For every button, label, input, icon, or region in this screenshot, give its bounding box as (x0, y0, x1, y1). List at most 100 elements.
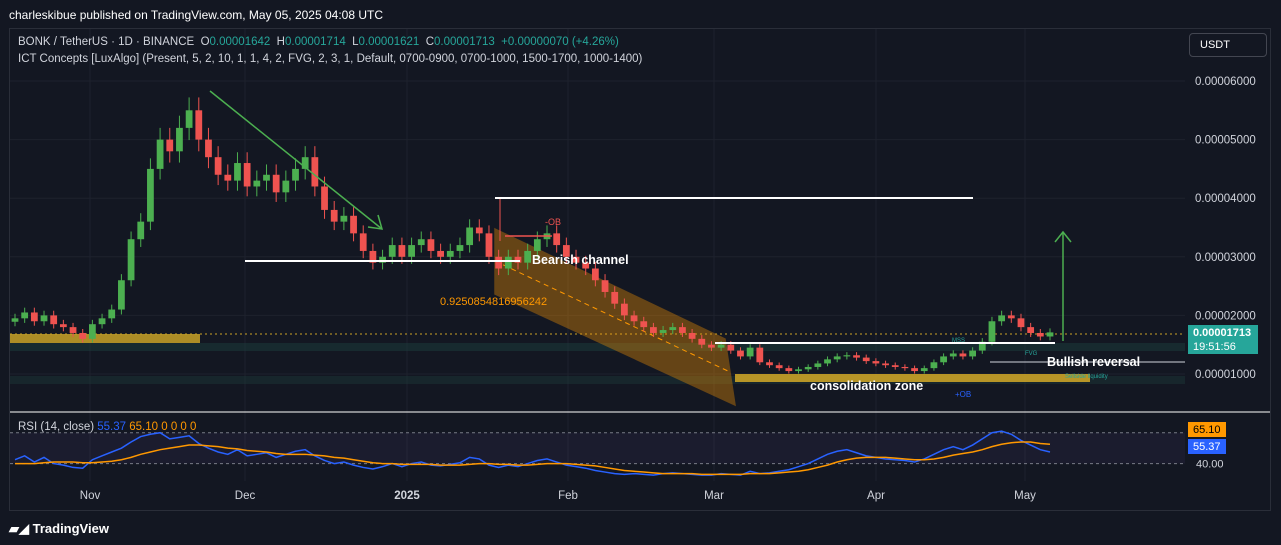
candle-body[interactable] (669, 327, 677, 331)
candle-body[interactable] (872, 361, 880, 364)
candle-body[interactable] (156, 139, 164, 169)
candle-body[interactable] (727, 344, 735, 351)
candle-body[interactable] (959, 353, 967, 357)
candle-body[interactable] (940, 356, 947, 363)
candle-body[interactable] (824, 359, 831, 364)
candle-body[interactable] (40, 315, 48, 322)
candle-body[interactable] (659, 330, 667, 333)
candle-body[interactable] (746, 347, 754, 357)
candle-body[interactable] (833, 356, 841, 360)
candle-body[interactable] (611, 291, 619, 304)
candle-body[interactable] (195, 110, 203, 140)
candle-body[interactable] (127, 239, 135, 281)
candle-body[interactable] (949, 353, 957, 357)
rsi-legend[interactable]: RSI (14, close) 55.37 65.10 0 0 0 0 (18, 421, 196, 433)
candle-body[interactable] (998, 315, 1006, 322)
candle-body[interactable] (21, 312, 29, 319)
candle-body[interactable] (282, 180, 290, 193)
tradingview-logo[interactable]: ▰◢ TradingView (9, 521, 109, 537)
candle-body[interactable] (621, 303, 628, 316)
candle-body[interactable] (766, 362, 773, 366)
candle-body[interactable] (853, 355, 860, 358)
candle-body[interactable] (988, 321, 996, 342)
candle-body[interactable] (108, 309, 116, 319)
candle-body[interactable] (650, 327, 657, 333)
candle-body[interactable] (930, 362, 938, 369)
candle-body[interactable] (591, 268, 599, 281)
candle-body[interactable] (601, 280, 609, 292)
candle-body[interactable] (321, 186, 328, 210)
candle-body[interactable] (456, 245, 464, 251)
candle-body[interactable] (185, 110, 193, 128)
candle-body[interactable] (553, 233, 561, 246)
candle-body[interactable] (214, 157, 222, 175)
time-axis[interactable]: Nov Dec 2025 Feb Mar Apr May (80, 490, 1036, 502)
candle-body[interactable] (330, 209, 338, 222)
candle-body[interactable] (350, 215, 357, 234)
candle-body[interactable] (243, 163, 251, 187)
candle-body[interactable] (1027, 327, 1035, 333)
candle-body[interactable] (814, 363, 822, 367)
candle-body[interactable] (398, 245, 406, 257)
candle-body[interactable] (717, 344, 725, 348)
candle-body[interactable] (147, 168, 154, 222)
candle-body[interactable] (475, 227, 483, 234)
candle-body[interactable] (292, 168, 299, 181)
candle-body[interactable] (437, 250, 444, 257)
price-chart-svg[interactable]: Bearish channel 0.9250854816956242 -OB cons… (10, 29, 1271, 511)
chart-frame[interactable]: Bearish channel 0.9250854816956242 -OB cons… (9, 28, 1271, 511)
candle-body[interactable] (708, 344, 715, 348)
candle-body[interactable] (1036, 332, 1044, 337)
candle-body[interactable] (504, 256, 512, 269)
candle-body[interactable] (920, 368, 928, 372)
currency-button[interactable]: USDT (1189, 33, 1267, 57)
candle-body[interactable] (79, 332, 87, 339)
candle-body[interactable] (118, 280, 125, 310)
candle-body[interactable] (524, 250, 532, 263)
candle-body[interactable] (843, 355, 851, 357)
candle-body[interactable] (166, 139, 174, 152)
candle-body[interactable] (795, 369, 802, 372)
candle-body[interactable] (417, 239, 425, 246)
candle-body[interactable] (50, 315, 58, 325)
candle-body[interactable] (756, 347, 764, 363)
candle-body[interactable] (388, 245, 396, 257)
candle-body[interactable] (176, 127, 183, 152)
candle-body[interactable] (224, 174, 232, 181)
candle-body[interactable] (775, 365, 783, 369)
candle-body[interactable] (446, 250, 454, 257)
candle-body[interactable] (69, 327, 77, 333)
candle-body[interactable] (11, 318, 19, 322)
candle-body[interactable] (630, 315, 638, 322)
candle-body[interactable] (688, 332, 696, 339)
candle-body[interactable] (679, 327, 686, 333)
candle-body[interactable] (804, 366, 812, 370)
candle-body[interactable] (969, 350, 977, 357)
candle-body[interactable] (98, 318, 106, 325)
candle-body[interactable] (911, 368, 918, 372)
candle-body[interactable] (359, 233, 367, 251)
candle-body[interactable] (427, 239, 435, 251)
candle-body[interactable] (340, 215, 348, 222)
candle-body[interactable] (1017, 318, 1025, 328)
candle-body[interactable] (88, 324, 96, 339)
candle-body[interactable] (640, 321, 648, 328)
candle-body[interactable] (485, 233, 493, 257)
candle-body[interactable] (901, 366, 909, 369)
candle-body[interactable] (253, 180, 261, 187)
candle-body[interactable] (785, 368, 793, 372)
candle-body[interactable] (1007, 315, 1015, 319)
candle-body[interactable] (533, 239, 541, 251)
candle-body[interactable] (30, 312, 38, 322)
candle-body[interactable] (737, 350, 744, 357)
candle-body[interactable] (272, 174, 280, 193)
rsi-pane[interactable]: 80.0040.0065.1055.37 (10, 411, 1271, 476)
candle-body[interactable] (263, 174, 270, 181)
candle-body[interactable] (59, 324, 67, 328)
candle-body[interactable] (466, 227, 474, 246)
candle-body[interactable] (698, 338, 706, 345)
candle-body[interactable] (495, 256, 503, 269)
candle-body[interactable] (862, 357, 870, 362)
candle-body[interactable] (891, 365, 899, 367)
candle-body[interactable] (234, 163, 241, 181)
